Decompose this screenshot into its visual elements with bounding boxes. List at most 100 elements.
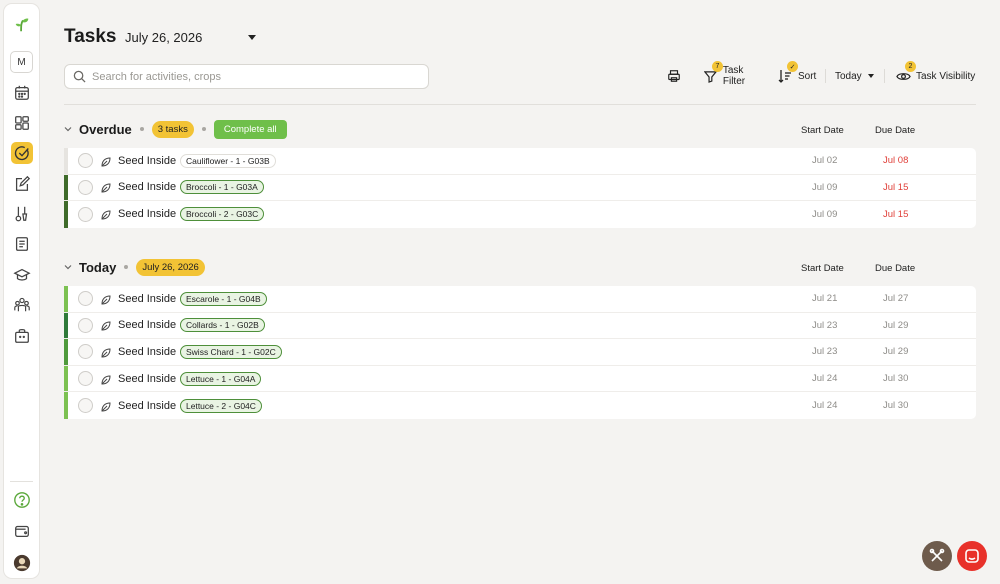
- task-visibility-button[interactable]: 2 Task Visibility: [896, 61, 976, 86]
- due-date-column-header[interactable]: Due Date: [875, 263, 915, 274]
- dot-separator: [201, 127, 206, 131]
- task-row[interactable]: Seed Inside Collards - 1 - G02B Jul 23 Jul …: [64, 312, 976, 340]
- leaf-icon: [100, 155, 112, 167]
- today-section-header: Today July 26, 2026: [64, 257, 205, 277]
- tools-icon: [929, 548, 945, 562]
- task-row[interactable]: Seed Inside Lettuce - 1 - G04A Jul 24 Jul 3…: [64, 365, 976, 393]
- task-row[interactable]: Seed Inside Lettuce - 2 - G04C Jul 24 Jul 3…: [64, 392, 976, 419]
- task-name: Seed Inside: [118, 181, 177, 194]
- avatar[interactable]: [11, 552, 33, 574]
- task-row[interactable]: Seed Inside Broccoli - 2 - G03C Jul 09 Jul …: [64, 201, 976, 228]
- community-icon[interactable]: [11, 294, 33, 316]
- dot-separator: [124, 265, 129, 269]
- crop-tag[interactable]: Lettuce - 2 - G04C: [180, 398, 262, 413]
- calendar-icon[interactable]: [11, 82, 33, 104]
- search-bar[interactable]: [64, 64, 429, 89]
- store-icon[interactable]: [11, 325, 33, 347]
- task-start-date: Jul 24: [812, 400, 838, 412]
- logo-sprout-icon[interactable]: [11, 13, 33, 35]
- task-row[interactable]: Seed Inside Broccoli - 1 - G03A Jul 09 Jul …: [64, 174, 976, 202]
- leaf-icon: [100, 346, 112, 358]
- sort-active-badge: ✓: [787, 61, 798, 72]
- print-button[interactable]: [667, 66, 681, 86]
- leaf-icon: [100, 208, 112, 220]
- task-row[interactable]: Seed Inside Swiss Chard - 1 - G02C Jul 23 J…: [64, 339, 976, 366]
- task-name: Seed Inside: [118, 372, 177, 385]
- notes-icon[interactable]: [11, 233, 33, 255]
- task-filter-button[interactable]: 7 Task Filter: [704, 61, 768, 87]
- task-due-date: Jul 29: [883, 346, 909, 358]
- due-date-column-header[interactable]: Due Date: [875, 125, 915, 136]
- today-dropdown[interactable]: Today: [835, 66, 875, 86]
- start-date-column-header[interactable]: Start Date: [801, 125, 844, 136]
- task-complete-checkbox[interactable]: [78, 206, 93, 222]
- task-complete-checkbox[interactable]: [78, 398, 93, 414]
- crop-tag[interactable]: Escarole - 1 - G04B: [180, 291, 267, 306]
- crop-tag[interactable]: Broccoli - 1 - G03A: [180, 180, 264, 195]
- chevron-down-icon: [867, 74, 874, 78]
- task-start-date: Jul 09: [812, 181, 838, 193]
- wallet-icon[interactable]: [11, 520, 33, 542]
- task-name: Seed Inside: [118, 154, 177, 167]
- leaf-icon: [100, 373, 112, 385]
- task-status-bar: [64, 339, 68, 365]
- task-filter-label: Task Filter: [722, 65, 746, 87]
- task-visibility-label: Task Visibility: [916, 70, 976, 82]
- task-row[interactable]: Seed Inside Cauliflower - 1 - G03B Jul 02 J…: [64, 148, 976, 175]
- task-status-bar: [64, 286, 68, 312]
- task-due-date: Jul 15: [883, 208, 909, 220]
- crop-tag[interactable]: Cauliflower - 1 - G03B: [180, 153, 276, 168]
- tools-icon[interactable]: [11, 203, 33, 225]
- search-input[interactable]: [92, 70, 412, 83]
- task-start-date: Jul 23: [812, 319, 838, 331]
- task-filter-count-badge: 7: [712, 61, 723, 72]
- task-complete-checkbox[interactable]: [78, 317, 93, 333]
- learning-icon[interactable]: [11, 264, 33, 286]
- task-complete-checkbox[interactable]: [78, 371, 93, 387]
- crop-tag[interactable]: Broccoli - 2 - G03C: [180, 207, 265, 222]
- complete-all-button[interactable]: Complete all: [213, 119, 287, 139]
- crop-tag[interactable]: Swiss Chard - 1 - G02C: [180, 344, 282, 359]
- task-due-date: Jul 30: [883, 400, 909, 412]
- today-task-list: Seed Inside Escarole - 1 - G04B Jul 21 Jul …: [64, 286, 976, 419]
- toolbar-divider: [884, 69, 885, 83]
- search-icon: [73, 70, 86, 83]
- chevron-down-icon[interactable]: [64, 125, 72, 133]
- leaf-icon: [100, 319, 112, 331]
- today-date-badge: July 26, 2026: [136, 258, 205, 276]
- edit-icon[interactable]: [11, 173, 33, 195]
- task-start-date: Jul 21: [812, 293, 838, 305]
- sort-button[interactable]: ✓ Sort: [778, 61, 818, 86]
- task-row[interactable]: Seed Inside Escarole - 1 - G04B Jul 21 Jul …: [64, 286, 976, 313]
- profile-initial-button[interactable]: M: [10, 51, 33, 73]
- date-selector[interactable]: July 26, 2026: [125, 30, 202, 45]
- printer-icon: [668, 70, 680, 82]
- start-date-column-header[interactable]: Start Date: [801, 263, 844, 274]
- task-complete-checkbox[interactable]: [78, 153, 93, 169]
- task-status-bar: [64, 365, 68, 392]
- chevron-down-icon[interactable]: [248, 35, 256, 40]
- task-complete-checkbox[interactable]: [78, 179, 93, 195]
- tasks-icon[interactable]: [11, 142, 33, 164]
- dashboard-icon[interactable]: [11, 112, 33, 134]
- task-name: Seed Inside: [118, 399, 177, 412]
- task-start-date: Jul 23: [812, 346, 838, 358]
- chevron-down-icon[interactable]: [64, 263, 72, 271]
- task-start-date: Jul 24: [812, 373, 838, 385]
- today-label: Today: [835, 70, 862, 82]
- task-status-bar: [64, 392, 68, 419]
- chat-icon: [965, 549, 979, 563]
- crop-tag[interactable]: Lettuce - 1 - G04A: [180, 371, 262, 386]
- tools-fab-button[interactable]: [922, 541, 952, 571]
- task-complete-checkbox[interactable]: [78, 291, 93, 307]
- task-due-date: Jul 30: [883, 373, 909, 385]
- dot-separator: [139, 127, 144, 131]
- crop-tag[interactable]: Collards - 1 - G02B: [180, 318, 265, 333]
- help-icon[interactable]: [11, 489, 33, 511]
- chat-fab-button[interactable]: [957, 541, 987, 571]
- header-divider: [64, 104, 976, 105]
- overdue-count-badge: 3 tasks: [151, 120, 194, 138]
- task-due-date: Jul 15: [883, 181, 909, 193]
- task-complete-checkbox[interactable]: [78, 344, 93, 360]
- today-title: Today: [79, 259, 117, 275]
